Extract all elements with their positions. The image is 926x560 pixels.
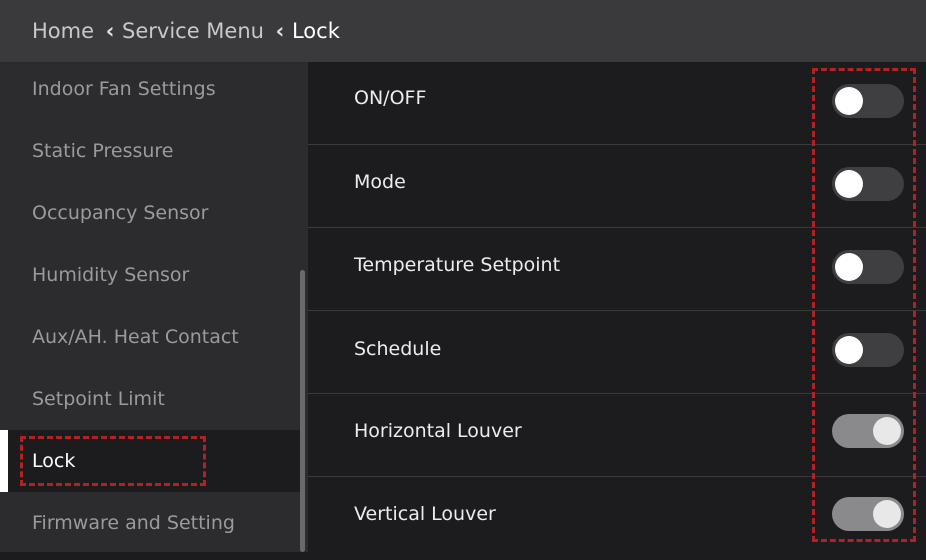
sidebar-item-static-pressure[interactable]: Static Pressure <box>0 120 300 182</box>
sidebar-item-label: Static Pressure <box>32 140 174 162</box>
lock-row-on-off: ON/OFF <box>308 62 926 145</box>
sidebar-scrollbar[interactable] <box>300 270 305 552</box>
schedule-lock-toggle[interactable] <box>832 333 904 367</box>
breadcrumb: Home ‹ Service Menu ‹ Lock <box>0 0 926 62</box>
lock-settings-list: ON/OFF Mode Temperature Setpoint Schedul… <box>308 62 926 552</box>
row-label: Schedule <box>354 338 442 360</box>
breadcrumb-service-menu[interactable]: ‹ Service Menu <box>94 19 264 43</box>
row-label: ON/OFF <box>354 87 427 109</box>
mode-lock-toggle[interactable] <box>832 167 904 201</box>
sidebar-item-firmware-and-setting[interactable]: Firmware and Setting <box>0 492 300 552</box>
lock-row-mode: Mode <box>308 145 926 228</box>
toggle-knob <box>873 417 901 445</box>
sidebar-item-setpoint-limit[interactable]: Setpoint Limit <box>0 368 300 430</box>
sidebar: Indoor Fan Settings Static Pressure Occu… <box>0 62 308 552</box>
lock-row-vertical-louver: Vertical Louver <box>308 477 926 560</box>
toggle-knob <box>835 253 863 281</box>
sidebar-item-label: Indoor Fan Settings <box>32 78 216 100</box>
toggle-knob <box>835 87 863 115</box>
sidebar-item-aux-heat-contact[interactable]: Aux/AH. Heat Contact <box>0 306 300 368</box>
row-label: Mode <box>354 171 406 193</box>
sidebar-item-label: Aux/AH. Heat Contact <box>32 326 239 348</box>
chevron-left-icon: ‹ <box>275 19 285 43</box>
toggle-knob <box>835 336 863 364</box>
sidebar-item-label: Occupancy Sensor <box>32 202 209 224</box>
sidebar-item-indoor-fan-settings[interactable]: Indoor Fan Settings <box>0 62 300 120</box>
toggle-knob <box>873 500 901 528</box>
row-label: Temperature Setpoint <box>354 254 561 276</box>
breadcrumb-home-label: Home <box>32 19 95 43</box>
breadcrumb-current: ‹ Lock <box>264 19 340 43</box>
sidebar-item-lock[interactable]: Lock <box>0 430 300 492</box>
sidebar-item-occupancy-sensor[interactable]: Occupancy Sensor <box>0 182 300 244</box>
sidebar-item-label: Firmware and Setting <box>32 512 235 534</box>
breadcrumb-service-menu-label: Service Menu <box>122 19 264 43</box>
lock-row-temperature-setpoint: Temperature Setpoint <box>308 228 926 311</box>
sidebar-item-humidity-sensor[interactable]: Humidity Sensor <box>0 244 300 306</box>
row-label: Horizontal Louver <box>354 420 522 442</box>
horizontal-louver-lock-toggle[interactable] <box>832 414 904 448</box>
breadcrumb-current-label: Lock <box>291 19 340 43</box>
chevron-left-icon: ‹ <box>105 19 115 43</box>
temperature-setpoint-lock-toggle[interactable] <box>832 250 904 284</box>
sidebar-item-label: Humidity Sensor <box>32 264 190 286</box>
on-off-lock-toggle[interactable] <box>832 84 904 118</box>
lock-row-horizontal-louver: Horizontal Louver <box>308 394 926 477</box>
selection-indicator <box>0 430 8 492</box>
row-label: Vertical Louver <box>354 503 496 525</box>
toggle-knob <box>835 170 863 198</box>
sidebar-item-label: Setpoint Limit <box>32 388 165 410</box>
breadcrumb-home[interactable]: Home <box>32 19 94 43</box>
vertical-louver-lock-toggle[interactable] <box>832 497 904 531</box>
lock-row-schedule: Schedule <box>308 311 926 394</box>
sidebar-item-label: Lock <box>32 450 76 472</box>
